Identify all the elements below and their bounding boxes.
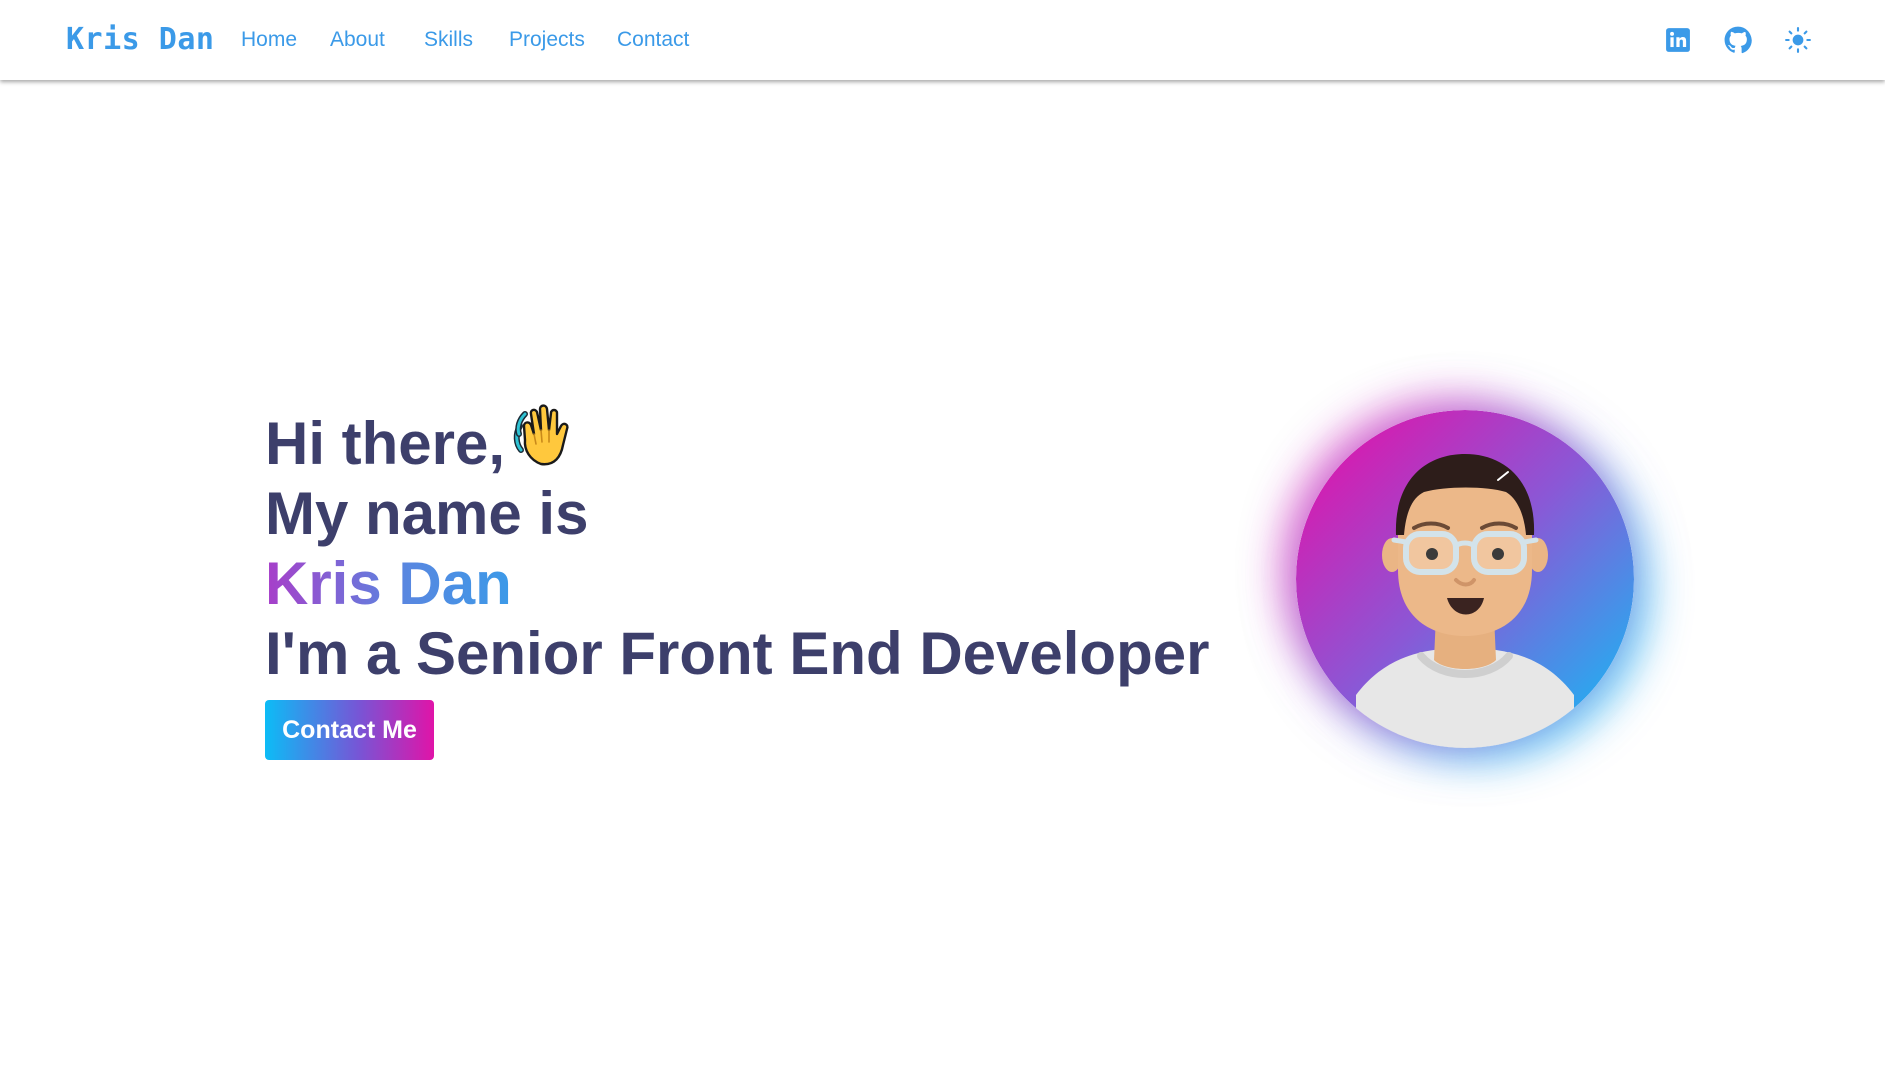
nav-link-projects[interactable]: Projects	[509, 28, 585, 52]
hero-name: Kris Dan	[265, 550, 512, 617]
nav-link-about[interactable]: About	[330, 28, 385, 52]
hero-intro: My name is	[265, 480, 589, 547]
linkedin-icon[interactable]	[1662, 24, 1694, 56]
nav-link-home[interactable]: Home	[241, 28, 297, 52]
hero-role: I'm a Senior Front End Developer	[265, 620, 1210, 687]
brand-logo[interactable]: Kris Dan	[66, 22, 215, 57]
nav-link-skills[interactable]: Skills	[424, 28, 473, 52]
hero-name-line: Kris Dan	[265, 549, 1209, 619]
hero-greeting: Hi there,	[265, 400, 1209, 479]
github-icon[interactable]	[1722, 24, 1754, 56]
nav-link-contact[interactable]: Contact	[617, 28, 689, 52]
avatar	[1296, 410, 1634, 748]
greeting-text: Hi there,	[265, 410, 506, 477]
navbar: Kris Dan Home About Skills Projects Cont…	[0, 0, 1885, 80]
sun-icon[interactable]	[1782, 24, 1814, 56]
contact-me-button[interactable]: Contact Me	[265, 700, 434, 760]
hero-heading: Hi there, My name is Kris Dan I'm a Seni…	[265, 400, 1209, 689]
waving-hand-icon	[511, 400, 577, 470]
